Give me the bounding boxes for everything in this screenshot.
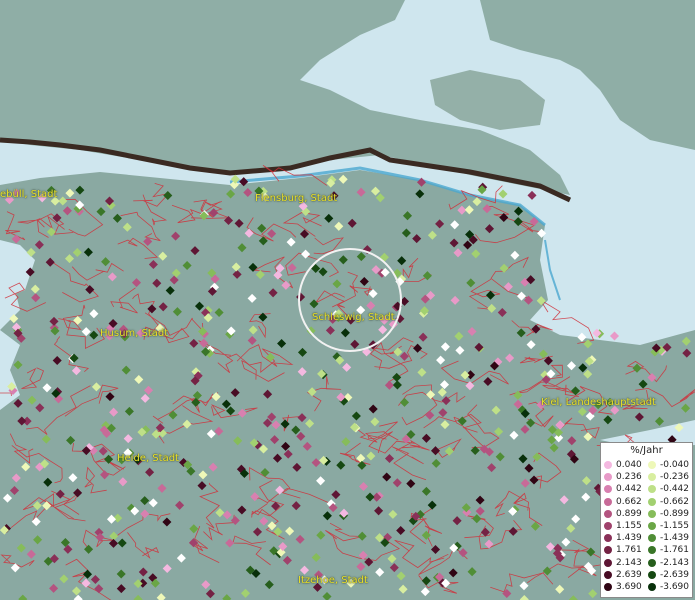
legend-label: 1.155 <box>616 521 642 531</box>
legend-swatch <box>604 485 612 494</box>
legend-entry-positive: 2.143 <box>604 557 642 569</box>
legend-swatch <box>648 583 656 591</box>
legend-entry-positive: 0.442 <box>604 483 642 495</box>
legend-swatch <box>604 522 612 530</box>
legend-label: -1.439 <box>660 533 690 544</box>
legend-entry-positive: 0.899 <box>604 508 642 520</box>
legend: %/Jahr 0.040 -0.040 0.236 -0.236 0.442 -0.442… <box>600 442 693 598</box>
legend-label: 0.442 <box>616 484 642 495</box>
legend-swatch <box>648 546 656 555</box>
legend-swatch <box>648 473 656 482</box>
legend-label: 1.439 <box>616 533 642 544</box>
legend-entry-positive: 0.040 <box>604 459 642 471</box>
city-label-schleswig: Schleswig, Stadt <box>312 312 395 323</box>
legend-swatch <box>648 509 656 518</box>
legend-swatch <box>604 583 612 591</box>
legend-swatch <box>648 522 656 530</box>
legend-label: -0.662 <box>660 496 690 507</box>
legend-entry-negative: -2.143 <box>648 557 689 569</box>
legend-entry-positive: 0.662 <box>604 496 642 508</box>
legend-swatch <box>648 485 656 494</box>
legend-swatch <box>604 509 612 518</box>
city-label-kiel: Kiel, Landeshauptstadt <box>541 397 656 408</box>
city-label-heide: Heide, Stadt <box>117 453 179 464</box>
legend-label: -3.690 <box>660 582 690 592</box>
legend-entry-negative: -0.236 <box>648 471 689 483</box>
legend-entry-negative: -0.662 <box>648 496 689 508</box>
legend-entry-negative: -1.155 <box>648 520 689 532</box>
legend-swatch <box>604 570 612 579</box>
legend-label: -1.761 <box>660 545 690 556</box>
legend-entry-positive: 1.439 <box>604 532 642 544</box>
legend-label: -1.155 <box>660 521 690 531</box>
city-label-husum: Husum, Stadt <box>100 328 169 339</box>
legend-title: %/Jahr <box>630 445 663 456</box>
legend-label: -0.899 <box>660 508 690 519</box>
legend-entry-negative: -2.639 <box>648 569 689 581</box>
legend-label: 1.761 <box>616 545 642 556</box>
legend-entry-positive: 3.690 <box>604 581 642 593</box>
legend-entry-negative: -0.040 <box>648 459 689 471</box>
legend-entry-negative: -3.690 <box>648 581 689 593</box>
legend-label: 3.690 <box>616 582 642 592</box>
legend-label: 0.899 <box>616 508 642 519</box>
legend-swatch <box>648 461 656 469</box>
legend-label: 0.662 <box>616 496 642 507</box>
legend-entry-negative: -0.899 <box>648 508 689 520</box>
legend-swatch <box>604 473 612 482</box>
legend-label: 2.639 <box>616 569 642 580</box>
city-label-flensburg: Flensburg, Stadt <box>255 193 338 204</box>
city-label-itzehoe: Itzehoe, Stadt <box>298 575 368 586</box>
legend-label: -0.236 <box>660 472 690 483</box>
legend-label: -2.639 <box>660 569 690 580</box>
legend-label: -0.040 <box>660 460 690 470</box>
legend-swatch <box>648 570 656 579</box>
legend-label: -0.442 <box>660 484 690 495</box>
legend-swatch <box>648 534 656 543</box>
legend-label: 0.236 <box>616 472 642 483</box>
legend-label: 0.040 <box>616 460 642 470</box>
legend-swatch <box>648 558 656 567</box>
legend-entry-negative: -1.439 <box>648 532 689 544</box>
legend-entry-positive: 1.761 <box>604 544 642 556</box>
map-view[interactable]: ebüll, Stadt Flensburg, Stadt Husum, Sta… <box>0 0 695 600</box>
map-canvas <box>0 0 695 600</box>
legend-entry-positive: 2.639 <box>604 569 642 581</box>
city-label-niebuell: ebüll, Stadt <box>0 189 58 200</box>
legend-swatch <box>604 534 612 543</box>
legend-swatch <box>604 461 612 469</box>
legend-swatch <box>604 497 612 506</box>
legend-swatch <box>648 497 656 506</box>
legend-swatch <box>604 546 612 555</box>
legend-label: 2.143 <box>616 557 642 568</box>
legend-label: -2.143 <box>660 557 690 568</box>
legend-entry-positive: 0.236 <box>604 471 642 483</box>
legend-entry-negative: -1.761 <box>648 544 689 556</box>
legend-swatch <box>604 558 612 567</box>
legend-entry-negative: -0.442 <box>648 483 689 495</box>
legend-entry-positive: 1.155 <box>604 520 642 532</box>
